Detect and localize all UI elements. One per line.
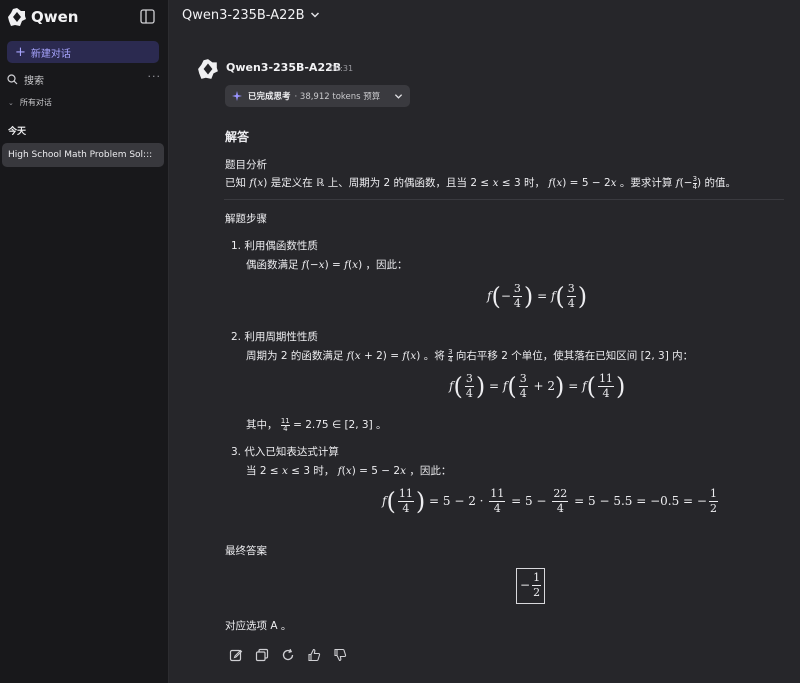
regenerate-icon[interactable]: [281, 648, 295, 662]
answer-heading: 解答: [225, 130, 250, 144]
step1-text-b: ，因此：: [365, 259, 408, 271]
final-answer-value: −1 2: [520, 571, 542, 599]
analysis-text-d: 时，: [523, 177, 545, 189]
qwen-avatar-icon: [198, 59, 218, 79]
sidebar: Qwen + 新建对话 搜索 ··· ⌄ 所有对话 今天 High School…: [0, 0, 169, 683]
analysis-text-f: 的值。: [704, 177, 736, 189]
today-section-label: 今天: [8, 127, 27, 137]
step3-text-c: ，因此：: [409, 465, 452, 477]
plus-icon: +: [15, 44, 26, 60]
final-answer-title: 最终答案: [225, 545, 267, 557]
analysis-text-c: 上、周期为 2 的偶函数，且当: [327, 177, 468, 189]
message-timestamp: 00:31: [330, 64, 354, 73]
message-actions: [229, 648, 347, 662]
thinking-status: 已完成思考: [248, 92, 291, 102]
step3-text-a: 当: [246, 465, 257, 477]
choice-text: 对应选项 A 。: [225, 620, 292, 632]
chevron-down-icon: ⌄: [8, 98, 14, 107]
steps-title: 解题步骤: [225, 213, 267, 225]
step2-text: 周期为 2 的函数满足 f(x + 2) = f(x) 。将 34 向右平移 2…: [246, 347, 694, 364]
thinking-toggle[interactable]: 已完成思考 · 38,912 tokens 预算: [225, 85, 410, 107]
step3-text-b: 时，: [313, 465, 335, 477]
chevron-down-icon: [394, 94, 403, 99]
step2-text-a: 周期为 2 的函数满足: [246, 350, 344, 362]
model-selector[interactable]: Qwen3-235B-A22B: [182, 6, 320, 24]
thumbs-up-icon[interactable]: [307, 648, 321, 662]
analysis-text-b: 是定义在: [270, 177, 313, 189]
search-bar[interactable]: 搜索 ···: [7, 70, 161, 88]
new-chat-label: 新建对话: [30, 48, 71, 60]
search-label: 搜索: [24, 75, 44, 87]
step1-equation: f(− 3 4) = f(3 4): [487, 282, 588, 311]
step2-text-d: 内：: [672, 350, 694, 362]
thumbs-down-icon[interactable]: [333, 648, 347, 662]
step2-text-c: 向右平移 2 个单位，使其落在已知区间: [455, 350, 638, 362]
step2-note: 其中， 11 4 = 2.75 ∈ [2, 3] 。: [246, 416, 387, 433]
thinking-budget: · 38,912 tokens 预算: [294, 92, 381, 102]
analysis-title: 题目分析: [225, 159, 267, 171]
step3-title: 3. 代入已知表达式计算: [231, 446, 339, 458]
step2-note-a: 其中，: [246, 419, 278, 431]
final-answer-box: −1 2: [516, 568, 545, 604]
logo-text: Qwen: [31, 8, 79, 26]
model-name: Qwen3-235B-A22B: [182, 7, 305, 23]
qwen-logo-icon: [8, 8, 26, 26]
step3-text: 当 2 ≤ x ≤ 3 时， f(x) = 5 − 2x ，因此：: [246, 465, 452, 477]
step3-equation: f(11 4) = 5 − 2 · 11 4 = 5 − 22 4 = 5 − 5.5…: [382, 487, 718, 516]
more-options-icon[interactable]: ···: [148, 70, 162, 83]
all-chats-toggle[interactable]: ⌄ 所有对话: [8, 97, 52, 108]
copy-icon[interactable]: [255, 648, 269, 662]
analysis-text-a: 已知: [225, 177, 246, 189]
edit-icon[interactable]: [229, 648, 243, 662]
step2-title: 2. 利用周期性性质: [231, 331, 318, 343]
all-chats-label: 所有对话: [19, 98, 52, 107]
step1-text-a: 偶函数满足: [246, 259, 299, 271]
step2-equation: f(3 4) = f(3 4 + 2) = f(11 4): [449, 372, 626, 401]
sidebar-toggle-icon[interactable]: [140, 9, 155, 24]
chevron-down-icon: [310, 12, 319, 18]
step2-text-b: 。将: [423, 350, 445, 362]
new-chat-button[interactable]: + 新建对话: [7, 41, 159, 63]
analysis-text-e: 。要求计算: [619, 177, 673, 189]
section-divider: [224, 199, 784, 200]
search-icon: [7, 73, 18, 84]
history-item[interactable]: High School Math Problem Sol:::: [2, 143, 164, 167]
step2-note-b: 。: [376, 419, 387, 431]
step1-text: 偶函数满足 f(−x) = f(x) ，因此：: [246, 259, 408, 271]
sparkle-icon: [232, 91, 242, 101]
assistant-name: Qwen3-235B-A22B: [226, 61, 342, 74]
step1-title: 1. 利用偶函数性质: [231, 240, 318, 252]
analysis-text: 已知 f(x) 是定义在 ℝ 上、周期为 2 的偶函数，且当 2 ≤ x ≤ 3…: [225, 174, 736, 191]
logo[interactable]: Qwen: [0, 0, 169, 34]
